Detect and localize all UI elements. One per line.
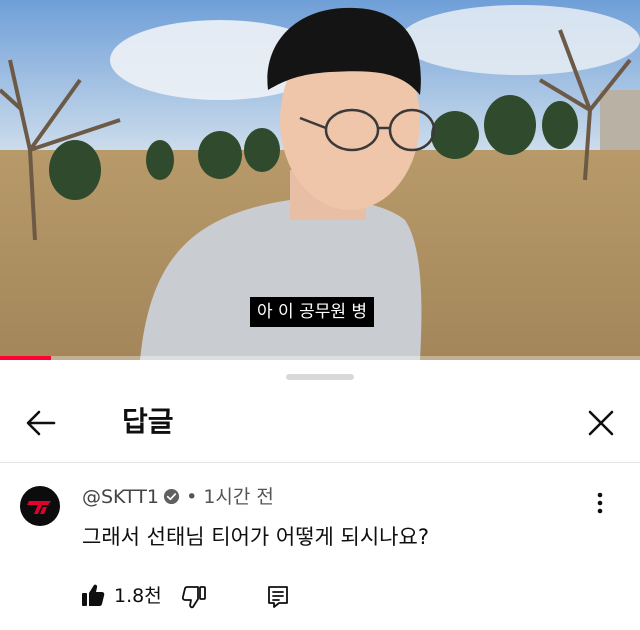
video-player[interactable]: 아 이 공무원 병 <box>0 0 640 360</box>
t1-logo-icon <box>27 501 51 514</box>
header-divider <box>0 462 640 463</box>
arrow-left-icon <box>26 410 56 436</box>
comment-meta: @SKTT1 • 1시간 전 <box>82 484 274 510</box>
thumbs-up-filled-icon <box>82 584 105 606</box>
like-button[interactable] <box>80 582 106 608</box>
sheet-drag-handle[interactable] <box>286 374 354 380</box>
more-vertical-icon <box>597 492 603 514</box>
comment-time: 1시간 전 <box>203 486 274 508</box>
replies-sheet: 답글 @SKTT1 • 1시간 전 그래서 선태님 티어가 어떻게 되시나요? … <box>0 360 640 630</box>
close-button[interactable] <box>580 402 622 444</box>
comment-actions: 1.8천 <box>80 578 340 614</box>
close-icon <box>588 410 614 436</box>
back-button[interactable] <box>20 402 62 444</box>
video-subtitle: 아 이 공무원 병 <box>250 297 375 327</box>
comment-text: 그래서 선태님 티어가 어떻게 되시나요? <box>82 525 429 549</box>
comment-item: @SKTT1 • 1시간 전 그래서 선태님 티어가 어떻게 되시나요? 1.8… <box>0 464 640 630</box>
like-count: 1.8천 <box>114 585 162 607</box>
comment-author[interactable]: @SKTT1 <box>82 486 159 508</box>
more-options-button[interactable] <box>588 488 612 518</box>
meta-separator: • <box>186 486 198 508</box>
dislike-button[interactable] <box>181 584 207 610</box>
reply-comment-icon <box>268 586 288 608</box>
avatar[interactable] <box>20 486 60 526</box>
verified-check-icon <box>163 488 180 505</box>
sheet-header: 답글 <box>0 388 640 458</box>
thumbs-down-icon <box>181 586 206 609</box>
page-title: 답글 <box>122 405 174 438</box>
reply-button[interactable] <box>266 584 290 610</box>
